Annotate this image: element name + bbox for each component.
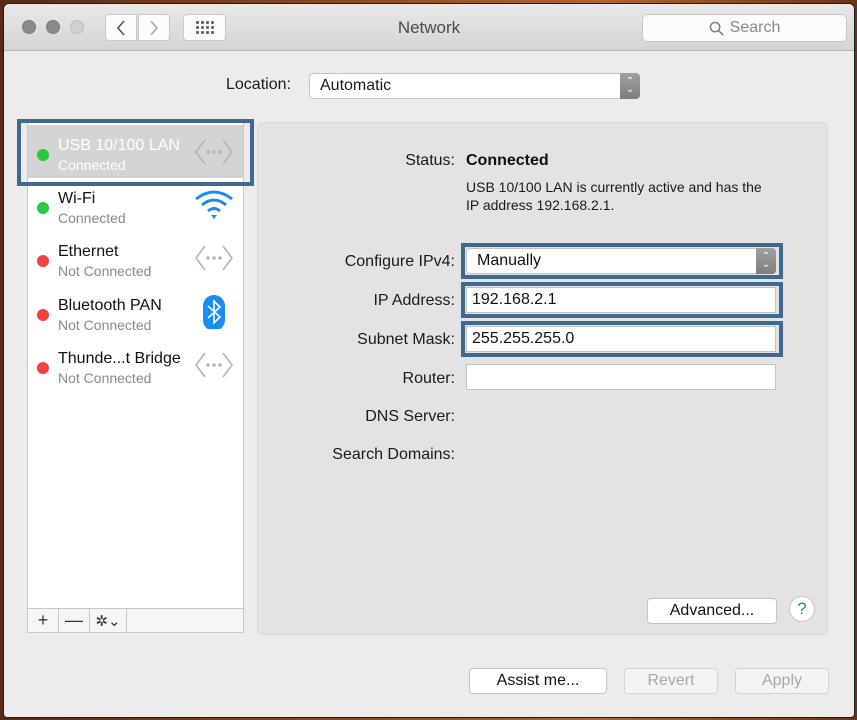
search-domains-label: Search Domains: [332,446,455,463]
status-description: USB 10/100 LAN is currently active and h… [466,179,762,213]
ethernet-icon [195,245,233,271]
ethernet-icon [195,352,233,378]
status-dot [37,202,49,214]
service-status: Not Connected [58,317,152,333]
search-field[interactable]: Search [642,14,847,42]
gear-icon: ✲⌄ [95,612,121,630]
select-stepper-icon: ⌃ ⌄ [620,73,640,99]
service-name: Wi-Fi [58,190,96,207]
router-input[interactable] [466,364,776,390]
service-status: Connected [58,210,126,226]
status-dot [37,255,49,267]
status-dot [37,309,49,321]
service-name: USB 10/100 LAN [58,137,180,154]
question-mark-icon: ? [797,599,807,618]
search-icon [709,21,724,36]
service-item-ethernet[interactable]: Ethernet Not Connected [28,231,243,284]
help-button[interactable]: ? [789,596,815,622]
ethernet-icon [195,139,233,165]
service-name: Ethernet [58,243,119,260]
bluetooth-icon [203,295,225,329]
minus-icon: — [65,610,83,630]
configure-ipv4-select[interactable]: Manually ⌃ ⌄ [466,248,776,274]
select-stepper-icon: ⌃ ⌄ [756,248,776,274]
title-bar: Network Search [4,4,854,51]
service-status: Not Connected [58,370,152,386]
status-dot [37,149,49,161]
service-status: Connected [58,157,126,173]
service-list-toolbar: + — ✲⌄ [27,608,244,633]
assist-me-button[interactable]: Assist me... [469,668,607,694]
service-name: Thunde...t Bridge [58,350,181,367]
add-service-button[interactable]: + [28,609,59,632]
dns-server-label: DNS Server: [365,408,455,425]
location-select[interactable]: Automatic ⌃ ⌄ [309,73,640,99]
plus-icon: + [37,610,49,630]
configure-ipv4-value: Manually [477,252,542,269]
service-status: Not Connected [58,263,152,279]
status-dot [37,362,49,374]
service-item-wifi[interactable]: Wi-Fi Connected [28,178,243,231]
subnet-mask-label: Subnet Mask: [357,331,455,348]
configure-ipv4-label: Configure IPv4: [344,253,455,270]
location-label: Location: [226,76,291,93]
ip-address-input[interactable]: 192.168.2.1 [466,287,776,313]
remove-service-button[interactable]: — [59,609,90,632]
status-value: Connected [466,152,549,169]
apply-button[interactable]: Apply [735,668,829,694]
service-name: Bluetooth PAN [58,297,162,314]
service-list: USB 10/100 LAN Connected Wi-Fi Connected… [27,122,244,632]
advanced-button[interactable]: Advanced... [647,598,777,624]
router-label: Router: [402,370,455,387]
service-item-thunderbolt-bridge[interactable]: Thunde...t Bridge Not Connected [28,338,243,391]
revert-button[interactable]: Revert [624,668,718,694]
subnet-mask-input[interactable]: 255.255.255.0 [466,326,776,352]
service-item-usb-lan[interactable]: USB 10/100 LAN Connected [28,125,243,178]
ip-address-label: IP Address: [373,292,455,309]
service-item-bluetooth-pan[interactable]: Bluetooth PAN Not Connected [28,285,243,338]
search-placeholder: Search [729,19,781,36]
status-label: Status: [405,152,455,169]
location-value: Automatic [320,77,392,94]
action-menu-button[interactable]: ✲⌄ [90,609,127,632]
wifi-icon [195,190,233,219]
